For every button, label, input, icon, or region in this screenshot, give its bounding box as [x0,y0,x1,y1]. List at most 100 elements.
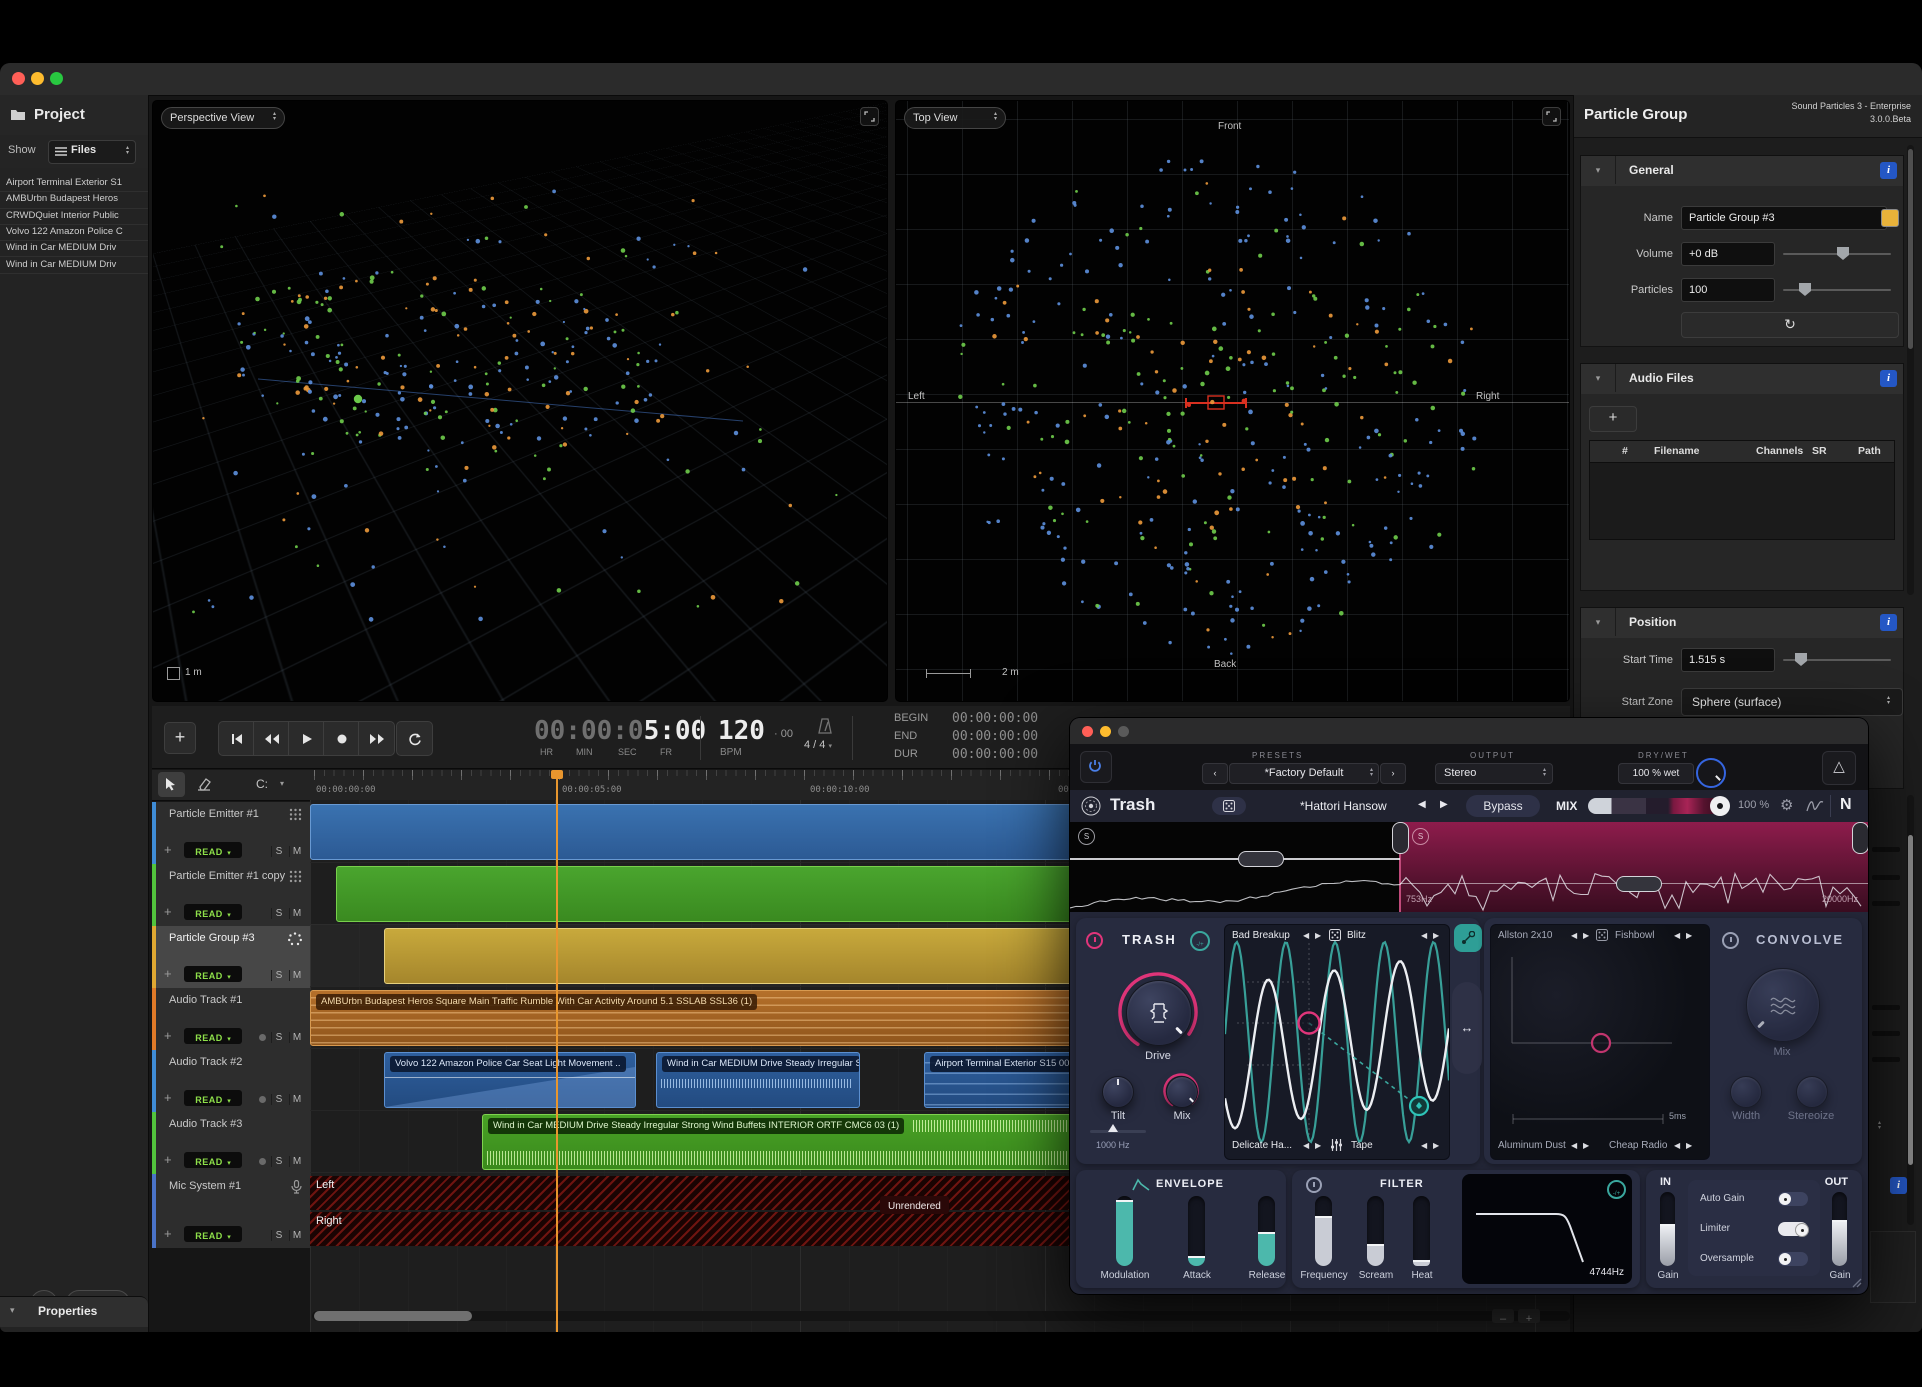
prev-icon[interactable]: ◀ [1571,931,1577,940]
ir-style-bl[interactable]: Aluminum Dust [1498,1140,1566,1151]
out-gain-slider[interactable] [1832,1192,1847,1266]
solo-button[interactable]: S [271,1032,286,1043]
add-automation-button[interactable]: + [164,904,172,919]
mute-button[interactable]: M [289,846,304,857]
track-header-particle-emitter-1-copy[interactable]: Particle Emitter #1 copy + READ ▾ S M [152,864,310,927]
ir-style-tr[interactable]: Fishbowl [1615,930,1654,941]
skip-back-button[interactable] [218,721,255,756]
info-button[interactable]: i [1880,162,1897,179]
prev-icon[interactable]: ◀ [1571,1141,1577,1150]
trash-minplus-button[interactable]: -/+ [1190,931,1210,951]
dice-icon[interactable] [1596,929,1608,941]
reset-button[interactable]: ↻ [1681,312,1899,338]
filter-power-toggle[interactable] [1306,1177,1322,1193]
mute-button[interactable]: M [289,1156,304,1167]
solo-button[interactable]: S [271,1094,286,1105]
filter-display[interactable]: 4744Hz -/+ [1462,1174,1632,1284]
properties-bar[interactable]: ▾ Properties [0,1296,148,1327]
particles-field[interactable]: 100 [1681,278,1775,302]
crossover-handle[interactable] [1392,822,1409,854]
dur-value[interactable]: 00:00:00:00 [952,747,1038,762]
info-button[interactable]: i [1880,614,1897,631]
chevron-down-icon[interactable]: ▾ [280,779,284,788]
time-signature[interactable]: 4 / 4 ▾ [804,739,832,751]
expand-viewport-icon[interactable] [860,107,879,126]
zoom-out-button[interactable]: – [1492,1309,1514,1323]
track-header-audio-track-3[interactable]: Audio Track #3 + READ ▾ S M [152,1112,310,1175]
convolve-power-toggle[interactable] [1722,932,1739,949]
tilt-freq-slider[interactable] [1090,1130,1146,1133]
collapse-chevron-icon[interactable]: ▾ [1581,608,1616,636]
list-item[interactable]: Wind in Car MEDIUM Driv [0,257,148,274]
list-item[interactable]: CRWDQuiet Interior Public [0,208,148,225]
waveshaper-display[interactable]: Bad Breakup ◀ ▶ Blitz ◀ ▶ Delicate Ha...… [1224,924,1450,1160]
automation-mode-dropdown[interactable]: READ ▾ [184,1152,242,1168]
convolve-mix-knob[interactable] [1746,968,1820,1042]
preset-prev-button[interactable]: ‹ [1202,763,1228,784]
loop-button[interactable] [396,721,433,756]
horizontal-scrollbar[interactable] [312,1311,1570,1321]
add-track-button[interactable]: + [164,722,196,754]
general-section-header[interactable]: ▾ General i [1580,155,1904,187]
name-field[interactable]: Particle Group #3 [1681,206,1887,230]
wave-style-top2[interactable]: Blitz [1347,930,1366,941]
files-dropdown[interactable]: Files ▴▾ [48,140,136,164]
automation-mode-dropdown[interactable]: READ ▾ [184,1226,242,1242]
select-tool-button[interactable] [158,772,185,797]
heat-slider[interactable] [1413,1196,1430,1266]
release-slider[interactable] [1258,1196,1275,1266]
prev-icon[interactable]: ◀ [1421,1141,1427,1150]
trash-mix-knob[interactable] [1166,1076,1198,1108]
color-swatch[interactable] [1881,209,1899,227]
solo-button[interactable]: S [271,1230,286,1241]
track-header-audio-track-2[interactable]: Audio Track #2 + READ ▾ S M [152,1050,310,1113]
ir-style-tl[interactable]: Allston 2x10 [1498,930,1552,941]
track-header-mic-system-1[interactable]: Mic System #1 + READ ▾ S M [152,1174,310,1249]
resize-grip[interactable] [1850,1276,1862,1288]
next-icon[interactable]: ▶ [1315,931,1321,940]
record-enable-button[interactable] [259,1158,266,1165]
filter-minplus-button[interactable]: -/+ [1607,1180,1626,1199]
modulation-slider[interactable] [1116,1196,1133,1266]
clip-volvo[interactable]: Volvo 122 Amazon Police Car Seat Light M… [384,1052,636,1108]
add-audio-file-button[interactable]: + [1589,406,1637,432]
solo-button[interactable]: S [271,846,286,857]
preset-next-button[interactable]: › [1380,763,1406,784]
add-automation-button[interactable]: + [164,1226,172,1241]
play-button[interactable] [288,721,325,756]
add-automation-button[interactable]: + [164,1152,172,1167]
list-item[interactable]: Wind in Car MEDIUM Driv [0,240,148,257]
list-item[interactable]: AMBUrbn Budapest Heros [0,191,148,208]
prev-icon[interactable]: ◀ [1303,1141,1309,1150]
spectrum-display[interactable]: S S 753Hz 20000Hz [1070,822,1868,912]
mute-button[interactable]: M [289,970,304,981]
limiter-toggle[interactable] [1778,1222,1808,1236]
solo-button[interactable]: S [271,970,286,981]
audio-files-section-header[interactable]: ▾ Audio Files i [1580,363,1904,395]
automation-mode-dropdown[interactable]: READ ▾ [184,1090,242,1106]
rewind-button[interactable] [253,721,290,756]
panel-scrollbar-thumb[interactable] [1908,149,1913,349]
track-header-audio-track-1[interactable]: Audio Track #1 + READ ▾ S M [152,988,310,1051]
automation-mode-dropdown[interactable]: READ ▾ [184,842,242,858]
zoom-window-button[interactable] [50,72,63,85]
trash-power-toggle[interactable] [1086,932,1103,949]
trash-plugin-window[interactable]: PRESETS ‹ *Factory Default ▴▾ › OUTPUT S… [1070,718,1868,1294]
mute-button[interactable]: M [289,1094,304,1105]
info-button[interactable]: i [1890,1177,1907,1194]
track-header-particle-group-3[interactable]: Particle Group #3 + READ ▾ S M [152,926,310,989]
timecode-display[interactable]: 00:00:05:00 [534,716,706,746]
record-enable-button[interactable] [259,1096,266,1103]
preset-selector[interactable]: *Factory Default ▴▾ [1229,763,1379,784]
begin-value[interactable]: 00:00:00:00 [952,711,1038,726]
prev-icon[interactable]: ◀ [1303,931,1309,940]
info-button[interactable]: i [1880,370,1897,387]
morph-slider[interactable]: ↔ [1452,982,1482,1074]
start-time-field[interactable]: 1.515 s [1681,648,1775,672]
ab-compare-button[interactable]: △ [1822,751,1856,785]
fast-forward-button[interactable] [358,721,395,756]
band-edge-handle[interactable] [1852,822,1868,854]
particles-slider-thumb[interactable] [1799,283,1811,296]
tilt-knob[interactable] [1102,1076,1134,1108]
record-enable-button[interactable] [259,1034,266,1041]
